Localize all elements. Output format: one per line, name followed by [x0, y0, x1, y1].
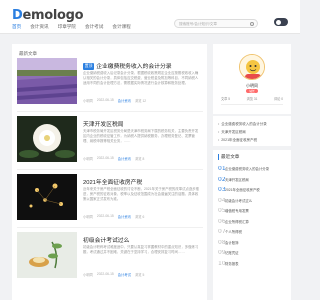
article-thumbnail[interactable]	[17, 58, 77, 104]
recent-item-title: 增值税专用发票	[225, 209, 249, 213]
article-title[interactable]: 天津开发区税局	[83, 119, 124, 128]
article-thumbnail[interactable]	[17, 232, 77, 278]
recent-header: 最近文章	[218, 154, 239, 160]
recent-item[interactable]: 02 天津开发区税局	[218, 177, 288, 188]
recent-item[interactable]: 08 会计账簿	[218, 240, 288, 251]
recent-item-title: 记账凭证	[225, 251, 239, 255]
pinned-badge: 置顶	[83, 63, 95, 70]
recent-item[interactable]: 05 增值税专用发票	[218, 208, 288, 219]
article-meta: 小明同 2022-06-15 会计考试 浏览 5	[83, 272, 145, 277]
list-item[interactable]: 天津开发区税局 天津市税务局开发区税务分局是天津市税务局下属的税务机关，主要负责…	[17, 116, 203, 170]
list-item[interactable]: 置顶 企业缴费税务收入的会计分录 企业缴纳税费收入后记录会计分录，根据税收政策规定…	[17, 58, 203, 112]
search-input[interactable]: 搜索账号/会计知识/文章	[174, 19, 258, 28]
article-title[interactable]: 2021年全面征收房产税	[83, 177, 142, 186]
recent-item-title: 企业缴费税务收入的会计分录	[225, 167, 270, 171]
recent-list: 01 企业缴费税务收入的会计分录 02 天津开发区税局 03 2021年全面征收房产税 04…	[218, 166, 288, 271]
recent-articles: 最近文章 01 企业缴费税务收入的会计分录 02 天津开发区税局 03 2021年全面征收…	[213, 150, 291, 300]
accent-bar	[218, 154, 219, 160]
related-link[interactable]: 天津开发区税局	[218, 128, 286, 136]
rank-number: 06	[218, 218, 226, 225]
search-icon[interactable]	[250, 21, 254, 26]
article-title[interactable]: 置顶 企业缴费税务收入的会计分录	[83, 61, 172, 70]
recent-item[interactable]: 09 记账凭证	[218, 250, 288, 261]
rank-number: 10	[218, 260, 226, 267]
top-header: Demologo 首页 会计资讯 印章学院 会计考试 会计课程 搜索账号/会计知…	[0, 0, 300, 34]
list-item[interactable]: 初级会计考试过么 初级会计职称考试难度适中，只要认真复习掌握教材中的重点知识，多…	[17, 232, 203, 286]
nav-news[interactable]: 会计资讯	[30, 24, 48, 34]
related-links: 企业缴费税务收入的会计分录 天津开发区税局 2021年全面征收房产税	[213, 116, 291, 146]
article-meta: 小明同 2022-06-15 会计资讯 浏览 6	[83, 214, 145, 219]
rank-number: 01	[218, 166, 226, 172]
rank-number: 05	[218, 208, 226, 214]
article-meta: 小明同 2022-06-15 会计资讯 浏览 12	[83, 98, 147, 103]
avatar[interactable]	[239, 54, 265, 80]
article-meta: 小明同 2022-06-15 会计资讯 浏览 8	[83, 156, 145, 161]
recent-item-title: 2021年全面征收房产税	[225, 188, 260, 192]
article-list: 最新文章 置顶 企业缴费税务收入的会计分录 企业缴纳税费收入后记录会计分录，根据税…	[12, 44, 207, 300]
article-summary: 初级会计职称考试难度适中，只要认真复习掌握教材中的重点知识，多做练习题，考试通过…	[83, 245, 199, 255]
article-summary: 近年来关于房产税全面征收的讨论不断，2021年关于房产税的改革试点逐步推进，房产…	[83, 187, 200, 202]
recent-item[interactable]: 07 个人所得税	[218, 229, 288, 240]
list-item[interactable]: 2021年全面征收房产税 近年来关于房产税全面征收的讨论不断，2021年关于房产…	[17, 174, 203, 228]
author-badge: 站长	[246, 89, 258, 93]
recent-item-title: 财务报表	[225, 261, 239, 266]
divider	[221, 104, 283, 105]
recent-item[interactable]: 04 初级会计考试过么	[218, 198, 288, 209]
rank-number: 08	[218, 239, 226, 246]
rank-number: 02	[218, 176, 226, 183]
author-card: 小明同 站长 文章 5 浏览 31 评论 0	[213, 44, 291, 114]
article-thumbnail[interactable]	[17, 174, 77, 220]
author-stats: 文章 5 浏览 31 评论 0	[221, 97, 283, 101]
article-thumbnail[interactable]	[17, 116, 77, 162]
article-summary: 天津市税务局开发区税务分局是天津市税务局下属的税务机关，主要负责开发区内企业的税…	[83, 129, 199, 144]
recent-item-title: 初级会计考试过么	[225, 198, 253, 203]
recent-item[interactable]: 01 企业缴费税务收入的会计分录	[218, 166, 288, 177]
recent-item-title: 天津开发区税局	[225, 177, 249, 182]
nav-courses[interactable]: 会计课程	[112, 24, 130, 34]
rank-number: 04	[218, 197, 226, 204]
recent-item[interactable]: 10 财务报表	[218, 261, 288, 272]
rank-number: 07	[218, 229, 226, 235]
rank-number: 03	[218, 187, 226, 193]
rank-number: 09	[218, 250, 226, 256]
recent-item-title: 企业所得税汇算	[225, 219, 249, 224]
recent-item[interactable]: 06 企业所得税汇算	[218, 219, 288, 230]
theme-toggle[interactable]	[274, 18, 288, 26]
site-logo[interactable]: Demologo	[12, 8, 84, 23]
article-summary: 企业缴纳税费收入后记录会计分录，根据税收政策规定企业应按照税收收入确认相关的会计…	[83, 71, 199, 86]
nav-academy[interactable]: 印章学院	[58, 24, 76, 34]
article-title[interactable]: 初级会计考试过么	[83, 235, 129, 244]
recent-item[interactable]: 03 2021年全面征收房产税	[218, 187, 288, 198]
related-link[interactable]: 企业缴费税务收入的会计分录	[218, 120, 286, 128]
nav-home[interactable]: 首页	[12, 24, 21, 34]
section-title: 最新文章	[19, 51, 37, 60]
related-link[interactable]: 2021年全面征收房产税	[218, 136, 286, 144]
nav-exam[interactable]: 会计考试	[85, 24, 103, 34]
main-nav: 首页 会计资讯 印章学院 会计考试 会计课程	[12, 24, 131, 34]
recent-item-title: 会计账簿	[225, 240, 239, 245]
recent-item-title: 个人所得税	[225, 230, 242, 234]
